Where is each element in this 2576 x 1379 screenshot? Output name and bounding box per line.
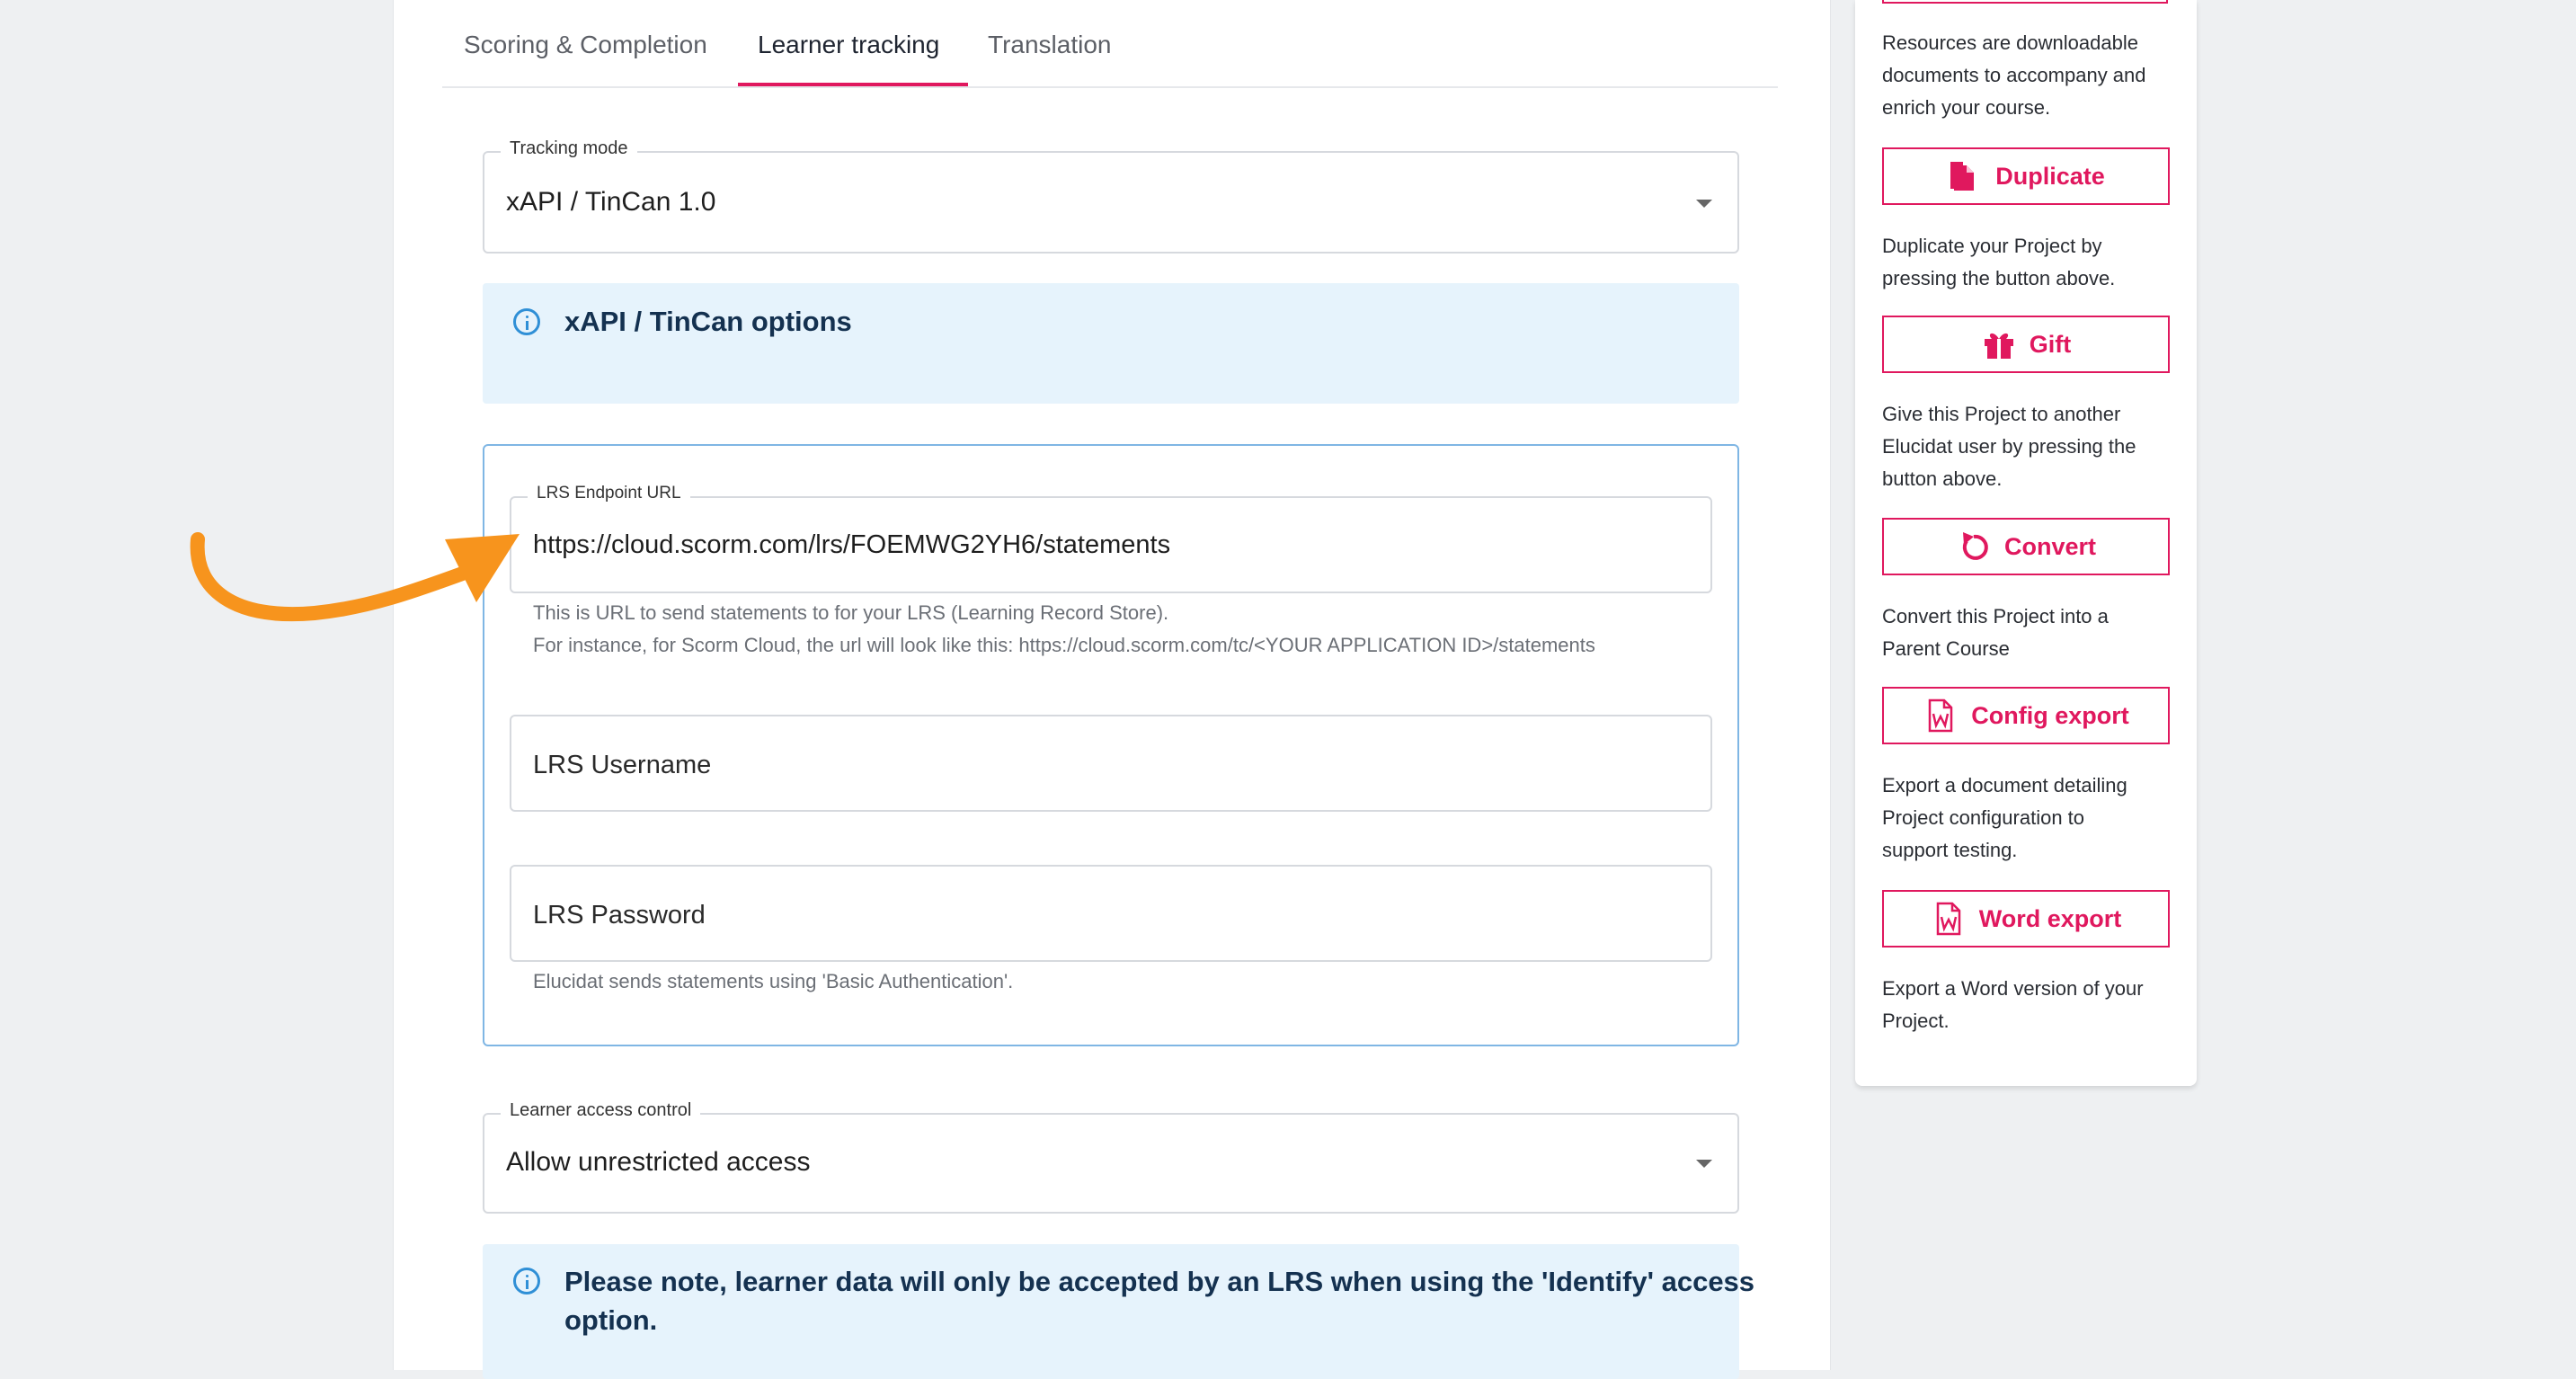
config-export-button[interactable]: Config export [1882, 687, 2170, 744]
resources-description: Resources are downloadable documents to … [1882, 31, 2146, 119]
duplicate-description: Duplicate your Project by pressing the b… [1882, 235, 2116, 289]
tracking-mode-label: Tracking mode [501, 138, 637, 159]
word-document-icon [1936, 902, 1960, 936]
gift-icon [1984, 333, 2013, 359]
annotation-arrow [190, 532, 520, 622]
chevron-down-icon[interactable] [1696, 200, 1712, 208]
settings-tabs: Scoring & Completion Learner tracking Tr… [442, 0, 1778, 88]
duplicate-label: Duplicate [1995, 162, 2105, 190]
tracking-mode-value: xAPI / TinCan 1.0 [506, 187, 716, 217]
tracking-mode-select[interactable]: Tracking mode xAPI / TinCan 1.0 [483, 138, 1739, 254]
tab-learner-tracking[interactable]: Learner tracking [758, 31, 939, 59]
chevron-down-icon[interactable] [1696, 1160, 1712, 1168]
note-line-1: Please note, learner data will only be a… [564, 1266, 1755, 1297]
active-tab-indicator [738, 83, 968, 86]
note-line-2: option. [564, 1304, 658, 1336]
lrs-password-field[interactable]: LRS Password [510, 865, 1712, 962]
lrs-endpoint-value: https://cloud.scorm.com/lrs/FOEMWG2YH6/s… [533, 530, 1171, 559]
gift-description: Give this Project to another Elucidat us… [1882, 403, 2136, 490]
gift-label: Gift [2029, 330, 2072, 358]
project-actions-sidebar: Resources are downloadable documents to … [1855, 0, 2197, 1086]
tab-translation[interactable]: Translation [988, 31, 1111, 59]
lrs-endpoint-label: LRS Endpoint URL [528, 484, 690, 503]
lrs-endpoint-helper-1: This is URL to send statements to for yo… [533, 601, 1169, 624]
duplicate-icon [1950, 162, 1975, 191]
word-export-label: Word export [1978, 904, 2122, 932]
lrs-endpoint-field[interactable]: LRS Endpoint URL https://cloud.scorm.com… [510, 484, 1712, 593]
xapi-options-banner: xAPI / TinCan options [483, 283, 1739, 404]
lrs-username-field[interactable]: LRS Username [510, 715, 1712, 812]
tab-scoring-completion[interactable]: Scoring & Completion [464, 31, 707, 59]
convert-label: Convert [2003, 532, 2096, 560]
info-icon [513, 308, 540, 335]
word-export-description: Export a Word version of your Project. [1882, 977, 2144, 1032]
lrs-username-placeholder: LRS Username [533, 751, 712, 779]
convert-button[interactable]: Convert [1882, 518, 2170, 575]
config-export-label: Config export [1971, 701, 2129, 729]
word-document-icon [1929, 698, 1953, 733]
gift-button[interactable]: Gift [1882, 316, 2170, 373]
learner-access-label: Learner access control [501, 1100, 701, 1121]
resources-button-edge[interactable] [1882, 0, 2168, 4]
identify-note-banner: Please note, learner data will only be a… [483, 1244, 1754, 1379]
word-export-button[interactable]: Word export [1882, 890, 2170, 948]
lrs-endpoint-helper-2: For instance, for Scorm Cloud, the url w… [533, 634, 1595, 656]
learner-access-value: Allow unrestricted access [506, 1147, 811, 1177]
info-icon [513, 1268, 540, 1294]
config-export-description: Export a document detailing Project conf… [1882, 774, 2127, 861]
convert-icon [1962, 532, 1988, 560]
lrs-password-placeholder: LRS Password [533, 901, 706, 930]
learner-access-select[interactable]: Learner access control Allow unrestricte… [483, 1100, 1739, 1214]
lrs-password-helper: Elucidat sends statements using 'Basic A… [533, 970, 1014, 992]
xapi-options-title: xAPI / TinCan options [564, 306, 852, 337]
xapi-options-box: LRS Endpoint URL https://cloud.scorm.com… [483, 444, 1739, 1046]
duplicate-button[interactable]: Duplicate [1882, 147, 2170, 205]
convert-description: Convert this Project into a Parent Cours… [1882, 605, 2109, 660]
